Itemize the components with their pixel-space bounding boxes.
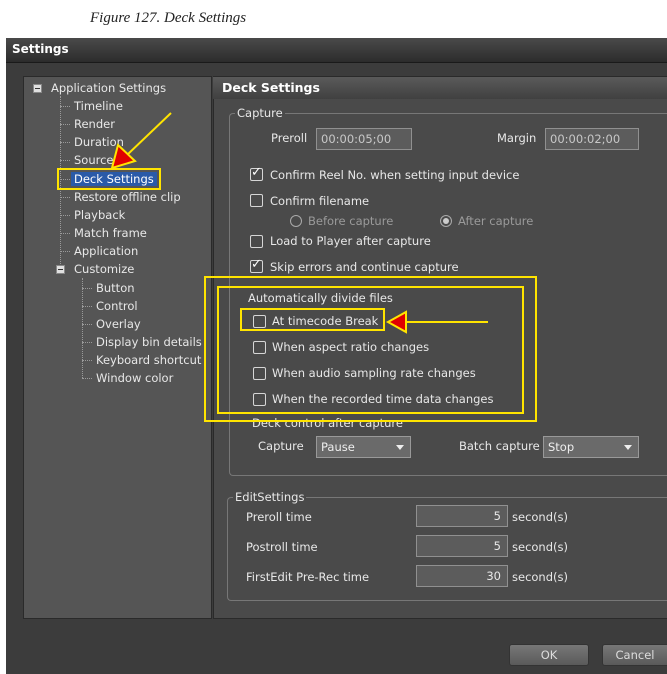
- arrow-head-deck-settings-icon: [110, 143, 137, 170]
- arrow-line-deck-settings: [125, 112, 172, 157]
- annotation-arrows: [110, 112, 488, 334]
- arrow-head-timecode-icon: [385, 310, 407, 334]
